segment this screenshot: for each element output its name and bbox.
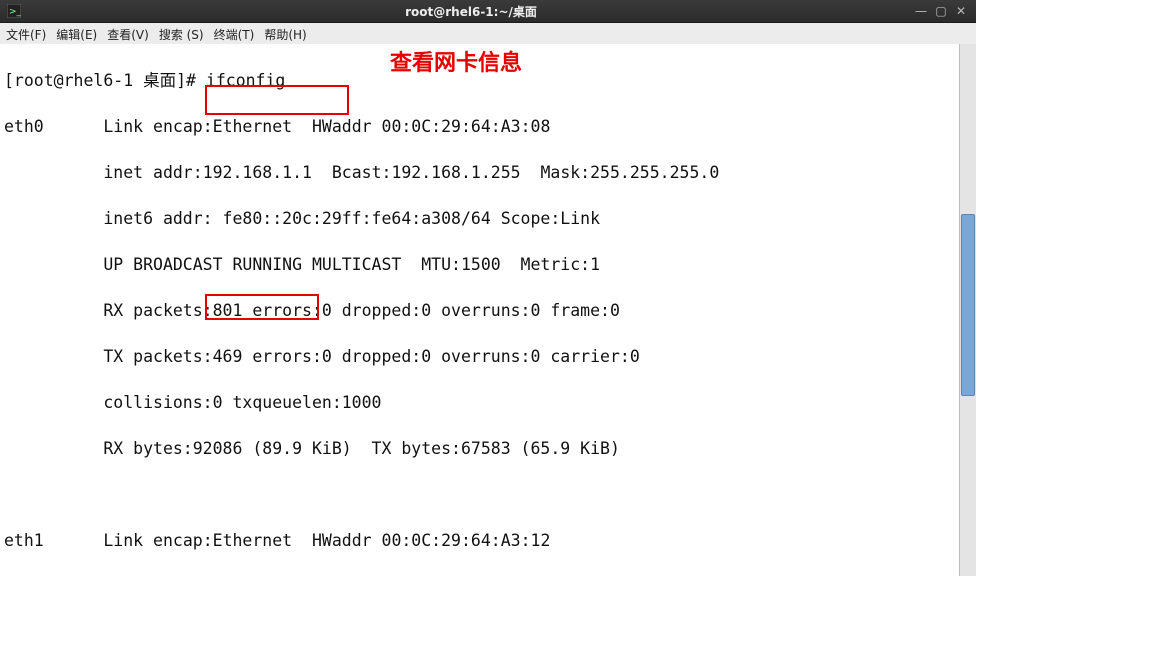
- terminal-output[interactable]: [root@rhel6-1 桌面]# ifconfig eth0 Link en…: [0, 44, 960, 576]
- close-button[interactable]: ✕: [954, 4, 968, 18]
- menu-terminal[interactable]: 终端(T): [214, 26, 255, 43]
- scrollbar-thumb[interactable]: [961, 214, 975, 396]
- eth0-bytes: RX bytes:92086 (89.9 KiB) TX bytes:67583…: [4, 437, 956, 460]
- eth0-link: Link encap:Ethernet HWaddr 00:0C:29:64:A…: [103, 117, 550, 136]
- terminal-icon: >_: [6, 3, 22, 19]
- command: ifconfig: [206, 71, 285, 90]
- eth0-flags: UP BROADCAST RUNNING MULTICAST MTU:1500 …: [4, 253, 956, 276]
- eth0-coll: collisions:0 txqueuelen:1000: [4, 391, 956, 414]
- iface-name-eth0: eth0: [4, 117, 44, 136]
- menu-view[interactable]: 查看(V): [107, 26, 149, 43]
- svg-text:>_: >_: [9, 7, 21, 17]
- eth0-inet6: inet6 addr: fe80::20c:29ff:fe64:a308/64 …: [4, 207, 956, 230]
- menubar: 文件(F) 编辑(E) 查看(V) 搜索 (S) 终端(T) 帮助(H): [0, 23, 976, 46]
- page-blank-area: [0, 576, 1152, 648]
- scrollbar-track[interactable]: [959, 44, 976, 576]
- minimize-button[interactable]: —: [914, 4, 928, 18]
- menu-edit[interactable]: 编辑(E): [56, 26, 97, 43]
- eth0-inet-pre: inet addr:: [4, 163, 203, 182]
- prompt: [root@rhel6-1 桌面]#: [4, 71, 206, 90]
- titlebar[interactable]: >_ root@rhel6-1:~/桌面 — ▢ ✕: [0, 0, 976, 23]
- menu-search[interactable]: 搜索 (S): [159, 26, 204, 43]
- eth0-inet-post: Bcast:192.168.1.255 Mask:255.255.255.0: [312, 163, 719, 182]
- eth0-rx: RX packets:801 errors:0 dropped:0 overru…: [4, 299, 956, 322]
- menu-help[interactable]: 帮助(H): [264, 26, 306, 43]
- window-title: root@rhel6-1:~/桌面: [28, 3, 914, 20]
- maximize-button[interactable]: ▢: [934, 4, 948, 18]
- iface-name-eth1: eth1: [4, 531, 44, 550]
- eth0-tx: TX packets:469 errors:0 dropped:0 overru…: [4, 345, 956, 368]
- eth0-ip: 192.168.1.1: [203, 163, 312, 182]
- eth1-link: Link encap:Ethernet HWaddr 00:0C:29:64:A…: [103, 531, 550, 550]
- menu-file[interactable]: 文件(F): [6, 26, 46, 43]
- terminal-window: >_ root@rhel6-1:~/桌面 — ▢ ✕ 文件(F) 编辑(E) 查…: [0, 0, 976, 576]
